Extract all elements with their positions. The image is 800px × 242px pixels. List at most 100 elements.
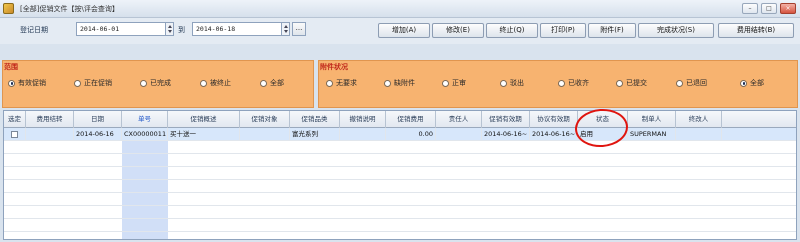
attach-option-received[interactable]: 已收齐 (558, 78, 589, 88)
cell-category: 富光系列 (290, 128, 340, 141)
cell-summary: 买十送一 (168, 128, 240, 141)
close-button[interactable]: × (780, 3, 796, 14)
col-header-summary[interactable]: 促销概述 (168, 111, 240, 128)
window-title: [全部]促销文件【按\评会查询】 (20, 4, 119, 13)
edit-button[interactable]: 修改(E) (432, 23, 484, 38)
cell-target (240, 128, 290, 141)
cell-cost-transfer (26, 128, 74, 141)
radio-icon (740, 79, 747, 87)
cell-last-editor (676, 128, 722, 141)
attach-option-label: 全部 (750, 79, 764, 87)
col-header-cost[interactable]: 促销费用 (386, 111, 436, 128)
toolbar: 登记日期 2014-06-01 到 2014-06-18 ... 增加(A) 修… (0, 18, 800, 44)
cell-cost: 0.00 (386, 128, 436, 141)
col-header-filler (722, 111, 796, 128)
cell-order-no: CX00000011 (122, 128, 168, 141)
attach-option-label: 已退回 (686, 79, 707, 87)
radio-icon (74, 79, 81, 87)
attach-option-label: 已提交 (626, 79, 647, 87)
attachment-button[interactable]: 附件(F) (588, 23, 636, 38)
date-from-spinner[interactable] (165, 23, 173, 35)
range-option-active[interactable]: 正在促销 (74, 78, 112, 88)
promotion-table[interactable]: 选定 费用结转 日期 单号 促销概述 促销对象 促销品类 撤销说明 促销费用 责… (3, 110, 797, 240)
cell-date: 2014-06-16 (74, 128, 122, 141)
maximize-button[interactable]: □ (761, 3, 777, 14)
radio-icon (616, 79, 623, 87)
cell-agreement-period: 2014-06-16~ (530, 128, 578, 141)
range-option-valid[interactable]: 有效促销 (8, 78, 46, 88)
date-from-field[interactable]: 2014-06-01 (76, 22, 174, 36)
row-checkbox[interactable] (11, 131, 18, 138)
col-header-promo-period[interactable]: 促销有效期 (482, 111, 530, 128)
range-option-completed[interactable]: 已完成 (140, 78, 171, 88)
empty-row (4, 193, 796, 206)
cost-transfer-button[interactable]: 费用结转(B) (718, 23, 794, 38)
print-button[interactable]: 打印(P) (540, 23, 586, 38)
terminate-button[interactable]: 终止(Q) (486, 23, 538, 38)
attach-option-returned[interactable]: 已退回 (676, 78, 707, 88)
attach-option-none[interactable]: 无要求 (326, 78, 357, 88)
attach-option-label: 缺附件 (394, 79, 415, 87)
to-label: 到 (178, 26, 185, 34)
date-picker-button[interactable]: ... (292, 22, 306, 36)
range-option-label: 正在促销 (84, 79, 112, 87)
title-bar: [全部]促销文件【按\评会查询】 – □ × (0, 0, 800, 18)
empty-row (4, 206, 796, 219)
col-header-owner[interactable]: 责任人 (436, 111, 482, 128)
col-header-agreement-period[interactable]: 协议有效期 (530, 111, 578, 128)
add-button[interactable]: 增加(A) (378, 23, 430, 38)
radio-icon (558, 79, 565, 87)
attach-option-submitted[interactable]: 已提交 (616, 78, 647, 88)
range-option-label: 有效促销 (18, 79, 46, 87)
empty-row (4, 167, 796, 180)
col-header-select[interactable]: 选定 (4, 111, 26, 128)
window-controls: – □ × (742, 3, 796, 14)
attach-option-all[interactable]: 全部 (740, 78, 764, 88)
completion-status-button[interactable]: 完成状况(S) (638, 23, 714, 38)
radio-icon (8, 79, 15, 87)
attach-option-label: 驳出 (510, 79, 524, 87)
col-header-cost-transfer[interactable]: 费用结转 (26, 111, 74, 128)
date-to-field[interactable]: 2014-06-18 (192, 22, 290, 36)
col-header-date[interactable]: 日期 (74, 111, 122, 128)
app-icon (3, 3, 14, 14)
radio-icon (326, 79, 333, 87)
table-row[interactable]: 2014-06-16 CX00000011 买十送一 富光系列 0.00 201… (4, 128, 796, 141)
empty-row (4, 219, 796, 232)
cell-cancel-note (340, 128, 386, 141)
reg-date-label: 登记日期 (20, 26, 48, 34)
date-to-value: 2014-06-18 (196, 25, 236, 33)
col-header-category[interactable]: 促销品类 (290, 111, 340, 128)
range-option-label: 被终止 (210, 79, 231, 87)
attach-option-reviewing[interactable]: 正审 (442, 78, 466, 88)
date-from-value: 2014-06-01 (80, 25, 120, 33)
empty-row (4, 180, 796, 193)
table-header: 选定 费用结转 日期 单号 促销概述 促销对象 促销品类 撤销说明 促销费用 责… (4, 111, 796, 128)
radio-icon (260, 79, 267, 87)
col-header-target[interactable]: 促销对象 (240, 111, 290, 128)
radio-icon (442, 79, 449, 87)
minimize-button[interactable]: – (742, 3, 758, 14)
radio-icon (140, 79, 147, 87)
date-to-spinner[interactable] (281, 23, 289, 35)
range-option-all[interactable]: 全部 (260, 78, 284, 88)
range-group-title: 范围 (4, 63, 18, 71)
cell-promo-period: 2014-06-16~ (482, 128, 530, 141)
row-select-cell[interactable] (4, 128, 26, 141)
radio-icon (200, 79, 207, 87)
empty-row (4, 154, 796, 167)
range-option-label: 已完成 (150, 79, 171, 87)
col-header-creator[interactable]: 制单人 (628, 111, 676, 128)
radio-icon (500, 79, 507, 87)
range-option-terminated[interactable]: 被终止 (200, 78, 231, 88)
col-header-cancel-note[interactable]: 撤销说明 (340, 111, 386, 128)
attach-option-label: 正审 (452, 79, 466, 87)
attach-option-label: 已收齐 (568, 79, 589, 87)
radio-icon (384, 79, 391, 87)
cell-creator: SUPERMAN (628, 128, 676, 141)
col-header-order-no[interactable]: 单号 (122, 111, 168, 128)
col-header-last-editor[interactable]: 终改人 (676, 111, 722, 128)
attach-option-missing[interactable]: 缺附件 (384, 78, 415, 88)
attach-option-label: 无要求 (336, 79, 357, 87)
attach-option-rejected[interactable]: 驳出 (500, 78, 524, 88)
